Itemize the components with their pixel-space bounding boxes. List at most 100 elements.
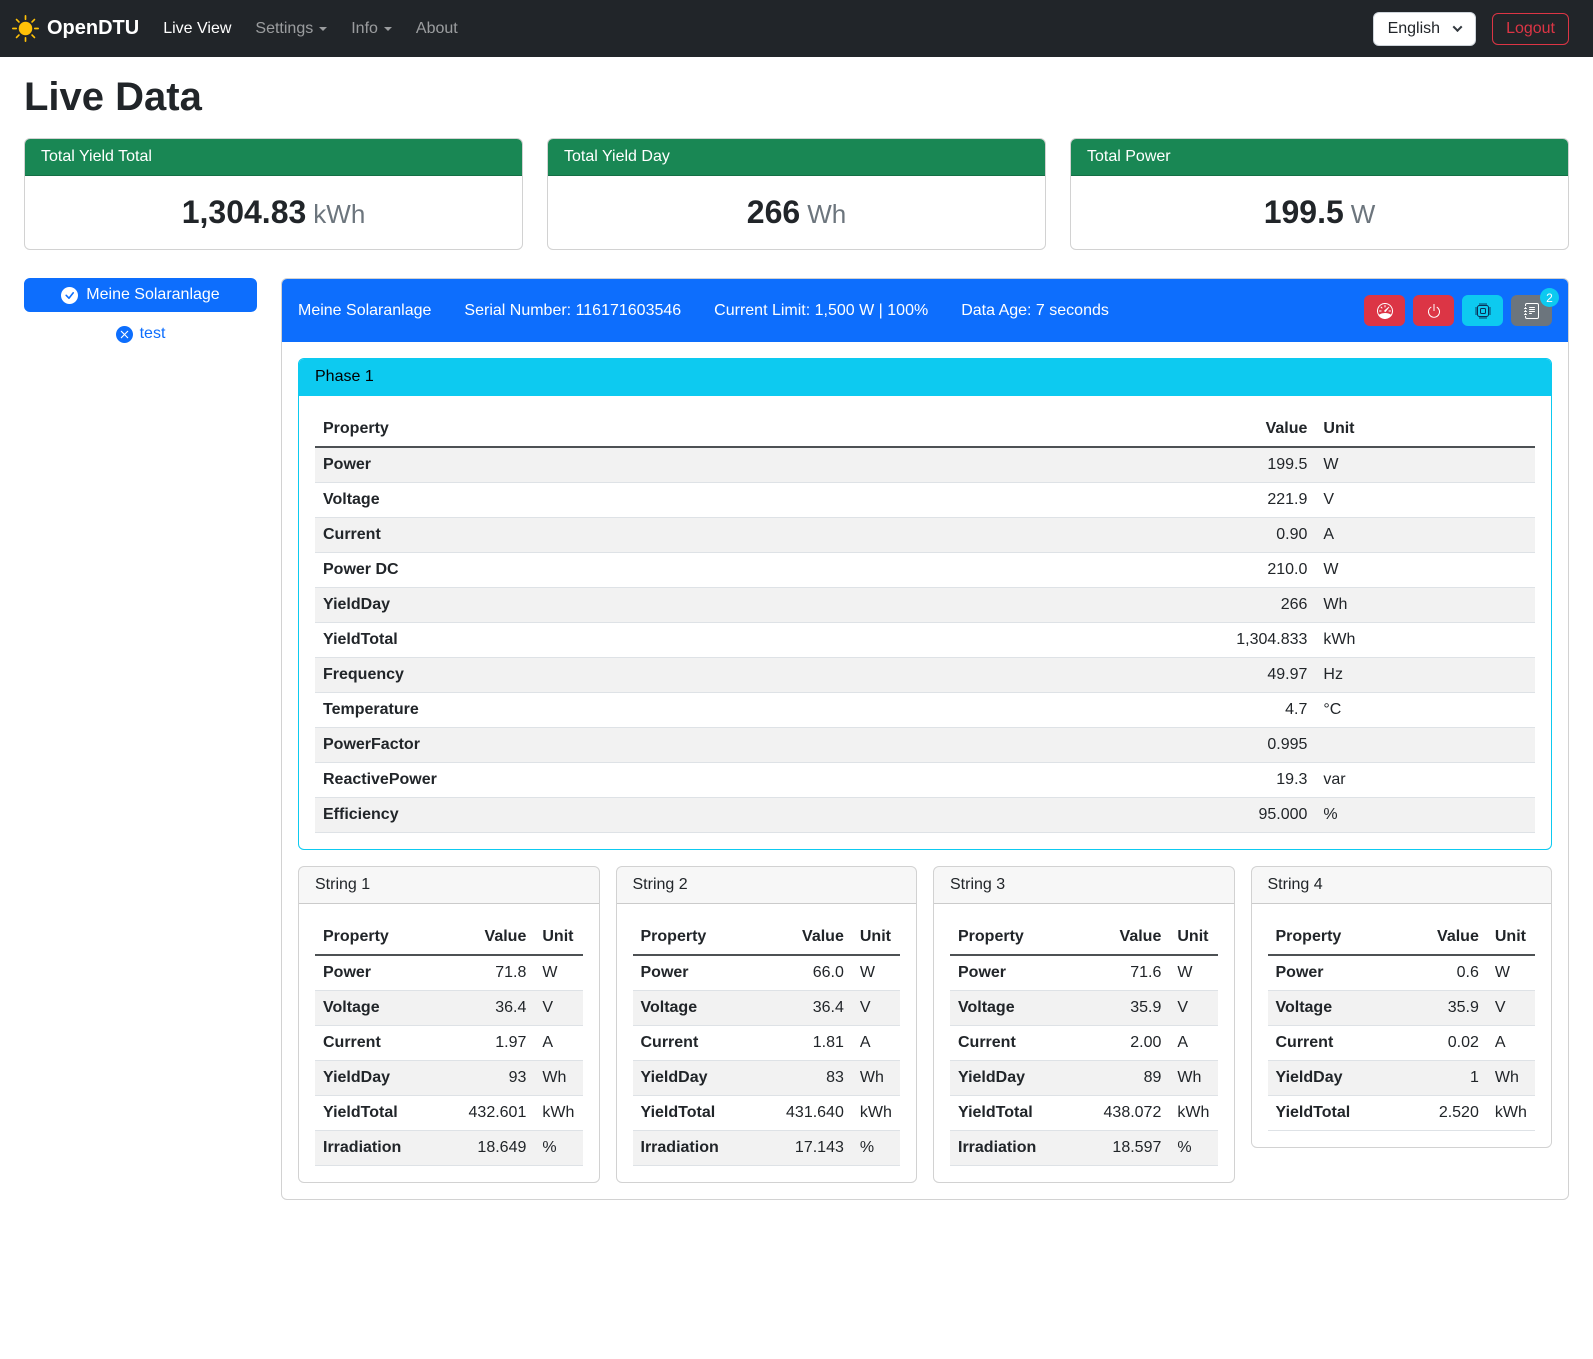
event-count-badge: 2 (1540, 288, 1559, 307)
device-info-button[interactable] (1462, 295, 1503, 326)
unit-cell: V (1169, 991, 1217, 1026)
logout-button[interactable]: Logout (1492, 13, 1569, 45)
nav-item-about[interactable]: About (404, 12, 470, 46)
unit-cell: Wh (1169, 1061, 1217, 1096)
event-log-button[interactable]: 2 (1511, 295, 1552, 326)
property-cell: Voltage (1268, 991, 1402, 1026)
column-header-property: Property (315, 920, 438, 955)
summary-card-yield-day: Total Yield Day 266Wh (547, 138, 1046, 250)
string-title: String 1 (299, 867, 599, 904)
column-header-unit: Unit (1169, 920, 1217, 955)
table-row: Current1.97A (315, 1026, 583, 1061)
property-cell: Irradiation (950, 1131, 1073, 1166)
string-card-1: String 1 Property Value Unit (298, 866, 600, 1183)
page-container: Live Data Total Yield Total 1,304.83kWh … (0, 75, 1593, 1224)
inverter-limit: Current Limit: 1,500 W | 100% (714, 302, 928, 320)
table-row: YieldTotal432.601kWh (315, 1096, 583, 1131)
unit-cell: W (1487, 955, 1535, 991)
limit-settings-button[interactable] (1364, 295, 1405, 326)
inverter-card: Meine Solaranlage Serial Number: 1161716… (281, 278, 1569, 1200)
nav-item-live-view[interactable]: Live View (151, 12, 243, 46)
inverter-name: Meine Solaranlage (298, 302, 431, 320)
property-cell: Current (950, 1026, 1073, 1061)
value-cell: 36.4 (755, 991, 851, 1026)
table-row: YieldTotal2.520kWh (1268, 1096, 1536, 1131)
property-cell: Irradiation (315, 1131, 438, 1166)
string-card-body: Property Value Unit Power0.6WVoltage35.9… (1252, 904, 1552, 1147)
table-row: Efficiency95.000% (315, 798, 1535, 833)
unit-cell: var (1315, 763, 1535, 798)
string-table: Property Value Unit Power0.6WVoltage35.9… (1268, 920, 1536, 1131)
value-cell: 199.5 (914, 447, 1316, 483)
property-cell: YieldTotal (950, 1096, 1073, 1131)
table-row: Power71.8W (315, 955, 583, 991)
summary-value: 199.5 (1264, 194, 1344, 230)
unit-cell: Wh (534, 1061, 582, 1096)
property-cell: YieldDay (315, 1061, 438, 1096)
inverter-card-header: Meine Solaranlage Serial Number: 1161716… (282, 279, 1568, 342)
string-card-body: Property Value Unit Power71.6WVoltage35.… (934, 904, 1234, 1182)
table-row: Power71.6W (950, 955, 1218, 991)
table-header-row: Property Value Unit (315, 412, 1535, 447)
check-circle-icon (61, 287, 78, 304)
inverter-data-age: Data Age: 7 seconds (961, 302, 1109, 320)
table-row: Power199.5W (315, 447, 1535, 483)
table-row: YieldDay266Wh (315, 588, 1535, 623)
property-cell: Irradiation (633, 1131, 756, 1166)
inverter-select-button[interactable]: Meine Solaranlage (24, 278, 257, 312)
summary-card-body: 199.5W (1071, 176, 1568, 249)
inverter-sidebar: Meine Solaranlage test (24, 278, 257, 343)
string-card-2: String 2 Property Value Unit (616, 866, 918, 1183)
property-cell: Power (1268, 955, 1402, 991)
value-cell: 35.9 (1073, 991, 1169, 1026)
summary-value: 266 (747, 194, 800, 230)
string-title: String 3 (934, 867, 1234, 904)
value-cell: 1.81 (755, 1026, 851, 1061)
summary-card-title: Total Yield Total (25, 139, 522, 176)
column-header-value: Value (1073, 920, 1169, 955)
unit-cell: A (1169, 1026, 1217, 1061)
power-button[interactable] (1413, 295, 1454, 326)
property-cell: Power DC (315, 553, 914, 588)
nav-item-label: Info (351, 20, 378, 38)
inverter-item-test[interactable]: test (24, 325, 257, 343)
value-cell: 1.97 (438, 1026, 534, 1061)
column-header-value: Value (1401, 920, 1486, 955)
unit-cell: V (534, 991, 582, 1026)
summary-unit: W (1351, 199, 1376, 229)
value-cell: 17.143 (755, 1131, 851, 1166)
table-header-row: Property Value Unit (633, 920, 901, 955)
table-row: Power DC210.0W (315, 553, 1535, 588)
table-row: Current0.90A (315, 518, 1535, 553)
column-header-value: Value (914, 412, 1316, 447)
value-cell: 0.995 (914, 728, 1316, 763)
table-row: Current0.02A (1268, 1026, 1536, 1061)
table-row: Power66.0W (633, 955, 901, 991)
language-select[interactable]: English (1373, 12, 1476, 46)
value-cell: 221.9 (914, 483, 1316, 518)
table-row: Irradiation17.143% (633, 1131, 901, 1166)
summary-unit: Wh (807, 199, 846, 229)
brand-label: OpenDTU (47, 17, 139, 40)
table-header-row: Property Value Unit (315, 920, 583, 955)
unit-cell: % (1315, 798, 1535, 833)
content-row: Meine Solaranlage test Meine Solaranlage… (24, 278, 1569, 1224)
navbar: OpenDTU Live View Settings Info About En… (0, 0, 1593, 57)
nav-item-info[interactable]: Info (339, 12, 404, 46)
summary-card-total-power: Total Power 199.5W (1070, 138, 1569, 250)
unit-cell: % (1169, 1131, 1217, 1166)
value-cell: 0.90 (914, 518, 1316, 553)
property-cell: YieldTotal (1268, 1096, 1402, 1131)
table-header-row: Property Value Unit (1268, 920, 1536, 955)
property-cell: YieldTotal (633, 1096, 756, 1131)
table-row: Voltage36.4V (315, 991, 583, 1026)
nav-links: Live View Settings Info About (151, 12, 470, 46)
brand[interactable]: OpenDTU (12, 15, 139, 42)
property-cell: Current (315, 518, 914, 553)
navbar-right: English Logout (1373, 12, 1569, 46)
property-cell: Power (633, 955, 756, 991)
property-cell: Power (315, 447, 914, 483)
value-cell: 71.6 (1073, 955, 1169, 991)
nav-item-settings[interactable]: Settings (243, 12, 339, 46)
value-cell: 35.9 (1401, 991, 1486, 1026)
